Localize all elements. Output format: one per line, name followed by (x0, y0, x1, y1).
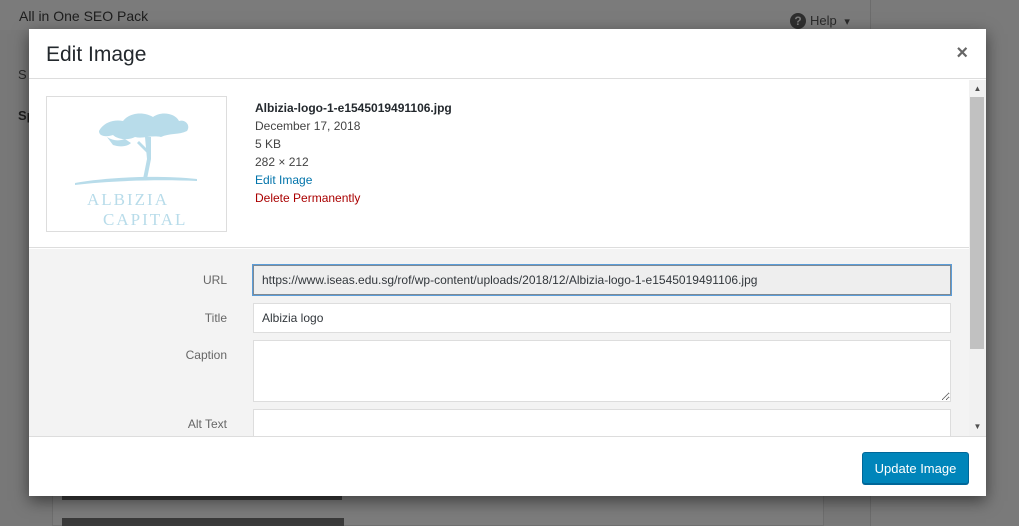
caption-field[interactable] (253, 340, 951, 402)
background-section-label: S (18, 67, 27, 82)
caption-label: Caption (185, 348, 227, 362)
modal-body: ALBIZIA CAPITAL Albizia-logo-1-e15450194… (29, 80, 986, 436)
albizia-logo-image: ALBIZIA CAPITAL (75, 113, 197, 229)
logo-text-line1: ALBIZIA (87, 190, 169, 209)
update-image-button[interactable]: Update Image (862, 452, 969, 484)
close-icon[interactable]: × (956, 43, 968, 63)
url-label: URL (202, 273, 227, 287)
delete-permanently-link[interactable]: Delete Permanently (255, 189, 452, 207)
scroll-up-icon[interactable]: ▲ (969, 80, 986, 96)
title-field[interactable] (253, 303, 951, 333)
attachment-info: Albizia-logo-1-e1545019491106.jpg Decemb… (255, 99, 452, 207)
help-label: Help (810, 13, 837, 28)
alt-text-field[interactable] (253, 409, 951, 436)
attachment-details: ALBIZIA CAPITAL Albizia-logo-1-e15450194… (29, 80, 969, 248)
background-page-title: All in One SEO Pack (19, 8, 149, 24)
edit-image-link[interactable]: Edit Image (255, 171, 452, 189)
attachment-thumbnail: ALBIZIA CAPITAL (46, 96, 227, 232)
edit-image-modal: Edit Image × ALBIZIA CAPITAL Albizia-log… (29, 29, 986, 496)
attachment-filename: Albizia-logo-1-e1545019491106.jpg (255, 101, 452, 115)
attachment-date: December 17, 2018 (255, 119, 361, 133)
attachment-dimensions: 282 × 212 (255, 155, 309, 169)
attachment-settings: URL Title Caption Alt Text (29, 249, 969, 436)
url-field[interactable] (253, 265, 951, 295)
logo-text-line2: CAPITAL (103, 210, 187, 229)
background-help-toggle: ? Help ▾ (790, 13, 850, 29)
attachment-filesize: 5 KB (255, 137, 282, 151)
background-dark-bar (62, 518, 344, 526)
modal-header: Edit Image × (29, 29, 986, 79)
modal-scrollbar[interactable]: ▲ ▼ (969, 80, 986, 436)
title-label: Title (204, 311, 227, 325)
scroll-down-icon[interactable]: ▼ (969, 420, 986, 436)
help-caret-icon: ▾ (844, 16, 850, 28)
alt-text-label: Alt Text (187, 417, 227, 431)
modal-title: Edit Image (46, 43, 147, 66)
help-icon: ? (790, 13, 806, 29)
scrollbar-thumb[interactable] (970, 97, 984, 349)
modal-footer: Update Image (29, 436, 986, 496)
